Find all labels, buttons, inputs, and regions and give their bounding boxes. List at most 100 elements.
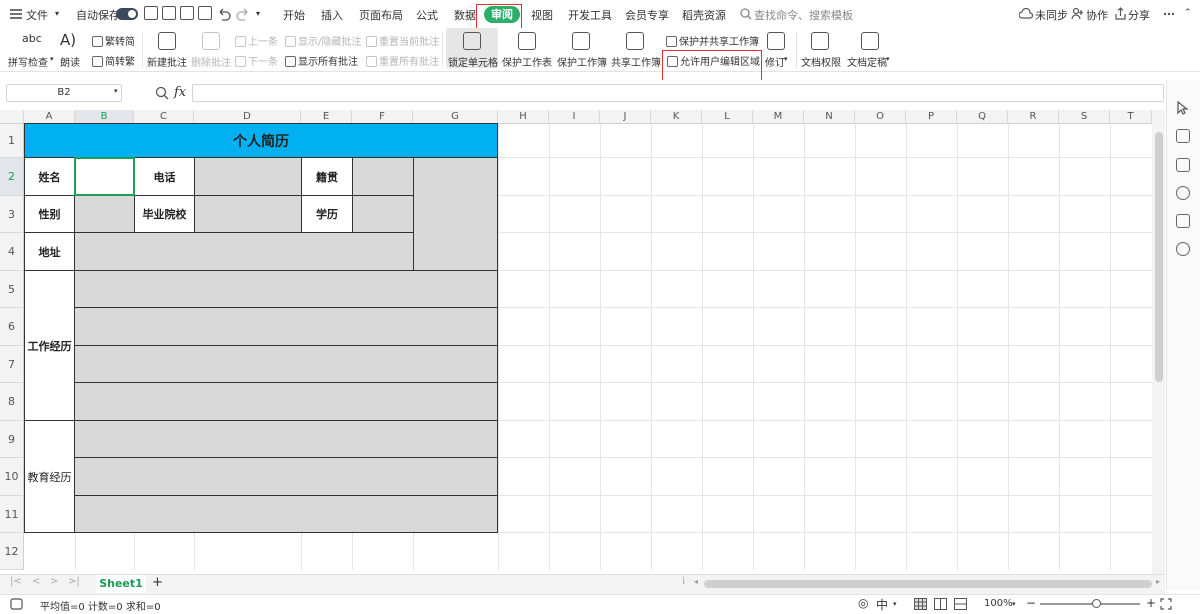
next-comment-button[interactable]: 下一条: [235, 53, 278, 68]
scroll-left-icon[interactable]: ◂: [694, 577, 698, 586]
row-header-3[interactable]: 3: [0, 196, 24, 233]
show-all-comments-button[interactable]: 显示所有批注: [285, 53, 358, 68]
label-gender[interactable]: 性别: [24, 195, 75, 233]
name-box[interactable]: B2: [6, 84, 122, 102]
next-sheet-icon[interactable]: >: [50, 576, 58, 587]
file-menu[interactable]: 文件: [26, 7, 48, 23]
label-name[interactable]: 姓名: [24, 157, 75, 196]
simp-to-trad-button[interactable]: 简转繁: [92, 53, 135, 68]
col-header-q[interactable]: Q: [957, 110, 1008, 124]
col-header-b[interactable]: B: [75, 110, 134, 124]
tab-home[interactable]: 开始: [283, 7, 305, 23]
new-comment-button[interactable]: 新建批注: [147, 54, 187, 69]
doc-permission-button[interactable]: 文档权限: [801, 54, 841, 69]
row-header-12[interactable]: 12: [0, 533, 24, 570]
spellcheck-button[interactable]: 拼写检查: [8, 54, 48, 69]
chevron-down-icon[interactable]: ▾: [893, 600, 897, 608]
redo-icon[interactable]: [236, 7, 250, 21]
vertical-scroll-thumb[interactable]: [1155, 132, 1163, 382]
tab-member[interactable]: 会员专享: [625, 7, 669, 23]
print-icon[interactable]: [180, 6, 194, 20]
search-input[interactable]: 查找命令、搜索模板: [754, 7, 853, 23]
input-method-icon[interactable]: 中: [876, 596, 888, 613]
col-header-f[interactable]: F: [352, 110, 413, 124]
zoom-out-icon[interactable]: −: [1026, 596, 1036, 610]
cell-work-2[interactable]: [74, 307, 498, 346]
resume-title[interactable]: 个人简历: [24, 123, 498, 158]
col-header-r[interactable]: R: [1008, 110, 1059, 124]
help-icon[interactable]: [1176, 186, 1190, 200]
row-header-7[interactable]: 7: [0, 346, 24, 383]
last-sheet-icon[interactable]: >|: [68, 576, 80, 587]
tab-formulas[interactable]: 公式: [416, 7, 438, 23]
cell-work-3[interactable]: [74, 345, 498, 383]
cell-photo[interactable]: [413, 157, 498, 271]
collaborate-button[interactable]: 协作: [1086, 7, 1108, 23]
label-origin[interactable]: 籍贯: [301, 157, 353, 196]
label-education[interactable]: 学历: [301, 195, 353, 233]
col-header-t[interactable]: T: [1110, 110, 1152, 124]
row-header-4[interactable]: 4: [0, 233, 24, 271]
cell-phone-value[interactable]: [194, 157, 302, 196]
row-header-8[interactable]: 8: [0, 383, 24, 421]
tab-insert[interactable]: 插入: [321, 7, 343, 23]
label-phone[interactable]: 电话: [134, 157, 195, 196]
macro-icon[interactable]: [10, 598, 23, 610]
row-header-11[interactable]: 11: [0, 496, 24, 533]
row-header-6[interactable]: 6: [0, 308, 24, 346]
eye-protection-icon[interactable]: ◎: [858, 596, 868, 610]
settings-slider-icon[interactable]: [1176, 129, 1190, 143]
protect-share-workbook-button[interactable]: 保护并共享工作簿: [666, 33, 759, 48]
zoom-level[interactable]: 100%: [984, 598, 1013, 609]
protect-workbook-button[interactable]: 保护工作簿: [557, 54, 607, 69]
tab-page-layout[interactable]: 页面布局: [359, 7, 403, 23]
cell-edu-3[interactable]: [74, 495, 498, 533]
col-header-o[interactable]: O: [855, 110, 906, 124]
cell-work-1[interactable]: [74, 270, 498, 308]
autosave-toggle[interactable]: [116, 8, 138, 20]
select-all-corner[interactable]: [0, 110, 24, 124]
print-preview-icon[interactable]: [198, 6, 212, 20]
prev-sheet-icon[interactable]: <: [32, 576, 40, 587]
more-options-icon[interactable]: [1163, 9, 1175, 19]
format-icon[interactable]: [1176, 158, 1190, 172]
col-header-i[interactable]: I: [549, 110, 600, 124]
col-header-g[interactable]: G: [413, 110, 498, 124]
col-header-d[interactable]: D: [194, 110, 301, 124]
lock-cell-button[interactable]: 锁定单元格: [448, 54, 498, 69]
chevron-down-icon[interactable]: ▾: [1012, 600, 1016, 608]
delete-comment-button[interactable]: 删除批注: [191, 54, 231, 69]
chevron-down-icon[interactable]: ▾: [55, 9, 59, 18]
share-button[interactable]: 分享: [1128, 7, 1150, 23]
label-work-history[interactable]: 工作经历: [24, 270, 75, 421]
row-header-1[interactable]: 1: [0, 124, 24, 158]
undo-icon[interactable]: [217, 7, 231, 21]
col-header-s[interactable]: S: [1059, 110, 1110, 124]
zoom-icon[interactable]: [155, 86, 169, 100]
cell-address-value[interactable]: [74, 232, 414, 271]
sheet-tab-sheet1[interactable]: Sheet1: [96, 575, 146, 593]
tab-docer[interactable]: 稻壳资源: [682, 7, 726, 23]
zoom-in-icon[interactable]: +: [1146, 596, 1156, 610]
share-workbook-button[interactable]: 共享工作簿: [611, 54, 661, 69]
export-pdf-icon[interactable]: [162, 6, 176, 20]
tab-view[interactable]: 视图: [531, 7, 553, 23]
chevron-down-icon[interactable]: ▾: [50, 55, 54, 63]
chevron-down-icon[interactable]: ▾: [886, 55, 890, 63]
label-address[interactable]: 地址: [24, 232, 75, 271]
scroll-right-icon[interactable]: ▸: [1156, 577, 1160, 586]
col-header-m[interactable]: M: [753, 110, 804, 124]
active-cell-b2[interactable]: [74, 157, 135, 196]
col-header-l[interactable]: L: [702, 110, 753, 124]
zoom-slider[interactable]: [1040, 603, 1140, 605]
cell-education-value[interactable]: [352, 195, 414, 233]
more-icon[interactable]: ▾: [256, 9, 260, 18]
cell-edu-1[interactable]: [74, 420, 498, 458]
image-icon[interactable]: [1176, 214, 1190, 228]
cell-origin-value[interactable]: [352, 157, 414, 196]
cell-school-value[interactable]: [194, 195, 302, 233]
label-education-history[interactable]: 教育经历: [24, 420, 75, 533]
prev-comment-button[interactable]: 上一条: [235, 33, 278, 48]
col-header-a[interactable]: A: [24, 110, 75, 124]
chevron-down-icon[interactable]: ▾: [114, 87, 118, 95]
